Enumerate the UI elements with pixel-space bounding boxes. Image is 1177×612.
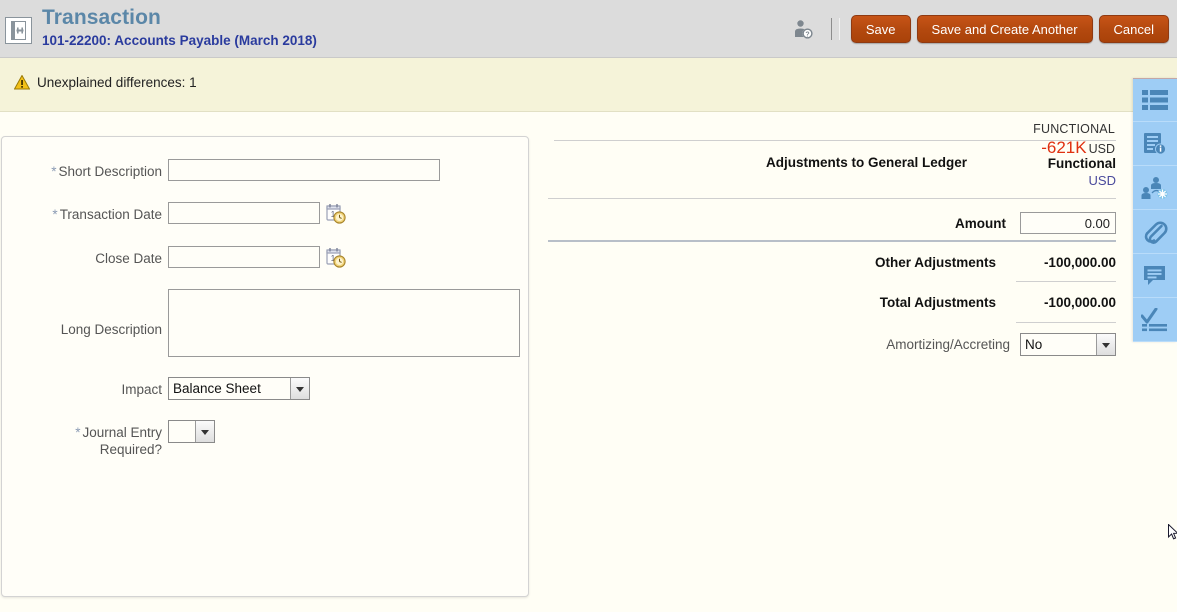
required-asterisk: * — [52, 207, 57, 222]
header-divider-light — [839, 18, 840, 40]
sidebar-item-checklist[interactable] — [1133, 298, 1177, 342]
sidebar-item-list[interactable] — [1133, 78, 1177, 122]
adjustments-divider-2 — [548, 240, 1116, 242]
impact-label: Impact — [2, 377, 162, 398]
adjustments-header: Adjustments to General Ledger Functional… — [546, 155, 1116, 189]
save-button[interactable]: Save — [851, 15, 911, 43]
unexplained-differences-message: Unexplained differences: 1 — [14, 75, 197, 90]
sidebar-item-assignments[interactable] — [1133, 166, 1177, 210]
list-icon — [1142, 89, 1168, 111]
total-adjustments-label: Total Adjustments — [880, 295, 996, 310]
transaction-date-input[interactable] — [168, 202, 320, 224]
impact-select-wrapper: Balance Sheet — [168, 377, 310, 400]
adjustments-divider-4 — [1016, 322, 1116, 323]
transaction-date-label: *Transaction Date — [2, 202, 162, 223]
short-description-label: *Short Description — [2, 159, 162, 180]
field-short-description: *Short Description — [2, 159, 502, 181]
document-info-icon — [1142, 132, 1168, 156]
cancel-button[interactable]: Cancel — [1099, 15, 1169, 43]
page-title: Transaction — [42, 6, 317, 30]
impact-select[interactable]: Balance Sheet — [168, 377, 310, 400]
row-other-adjustments: Other Adjustments -100,000.00 — [546, 255, 1116, 270]
field-journal-entry-required: *Journal Entry Required? — [2, 420, 502, 458]
sidebar-item-attachments[interactable] — [1133, 210, 1177, 254]
close-date-input[interactable] — [168, 246, 320, 268]
field-close-date: Close Date 1 — [2, 246, 502, 268]
comment-icon — [1142, 264, 1168, 288]
person-question-icon[interactable]: ? — [792, 18, 814, 40]
field-transaction-date: *Transaction Date 1 — [2, 202, 502, 224]
functional-currency: USD — [1089, 142, 1115, 156]
notification-bar: Unexplained differences: 1 FUNCTIONAL -6… — [0, 58, 1177, 112]
right-sidebar — [1133, 78, 1177, 342]
amortizing-accreting-select[interactable]: No — [1020, 333, 1116, 356]
functional-label: FUNCTIONAL — [1033, 121, 1115, 137]
warning-triangle-icon — [14, 75, 30, 90]
mouse-cursor — [1168, 524, 1177, 542]
field-impact: Impact Balance Sheet — [2, 377, 502, 400]
paperclip-icon — [1142, 219, 1168, 245]
page-title-group: Transaction 101-22200: Accounts Payable … — [42, 6, 317, 50]
journal-entry-select-wrapper — [168, 420, 215, 443]
amount-label: Amount — [955, 216, 1006, 231]
long-description-textarea[interactable] — [168, 289, 520, 357]
adjustments-column-header: Functional USD — [996, 155, 1116, 189]
header-divider — [831, 18, 832, 40]
sidebar-item-comments[interactable] — [1133, 254, 1177, 298]
transaction-page: Transaction 101-22200: Accounts Payable … — [0, 0, 1177, 612]
people-assign-icon — [1141, 176, 1169, 200]
transaction-form-panel: *Short Description *Transaction Date 1 C… — [1, 136, 529, 597]
page-header: Transaction 101-22200: Accounts Payable … — [0, 0, 1177, 58]
short-description-input[interactable] — [168, 159, 440, 181]
save-and-create-another-button[interactable]: Save and Create Another — [917, 15, 1093, 43]
row-amount: Amount — [546, 212, 1116, 234]
long-description-label: Long Description — [2, 289, 162, 338]
close-date-label: Close Date — [2, 246, 162, 267]
adjustments-title: Adjustments to General Ledger — [766, 155, 967, 170]
amortizing-select-wrapper: No — [1020, 333, 1116, 356]
sidebar-item-details[interactable] — [1133, 122, 1177, 166]
amount-input[interactable] — [1020, 212, 1116, 234]
adjustments-column-label: Functional — [996, 155, 1116, 172]
adjustments-column-currency: USD — [996, 172, 1116, 189]
field-long-description: Long Description — [2, 289, 522, 357]
required-asterisk: * — [51, 164, 56, 179]
calendar-clock-icon[interactable]: 1 — [326, 247, 346, 268]
journal-entry-required-label: *Journal Entry Required? — [2, 420, 162, 458]
panel-expand-icon — [11, 21, 26, 40]
page-subtitle: 101-22200: Accounts Payable (March 2018) — [42, 32, 317, 50]
amortizing-accreting-label: Amortizing/Accreting — [886, 337, 1010, 352]
notification-text: Unexplained differences: 1 — [37, 75, 197, 90]
journal-entry-required-select[interactable] — [168, 420, 215, 443]
checklist-icon — [1141, 308, 1169, 332]
adjustments-top-divider — [554, 140, 1116, 141]
other-adjustments-label: Other Adjustments — [875, 255, 996, 270]
adjustments-divider-1 — [548, 198, 1116, 199]
svg-text:?: ? — [805, 31, 809, 38]
header-actions: ? Save Save and Create Another Cancel — [792, 0, 1169, 58]
required-asterisk: * — [75, 425, 80, 440]
panel-expand-button[interactable] — [5, 17, 32, 44]
total-adjustments-value: -100,000.00 — [996, 295, 1116, 310]
row-amortizing-accreting: Amortizing/Accreting No — [546, 333, 1116, 356]
calendar-clock-icon[interactable]: 1 — [326, 203, 346, 224]
other-adjustments-value: -100,000.00 — [996, 255, 1116, 270]
adjustments-divider-3 — [1016, 281, 1116, 282]
row-total-adjustments: Total Adjustments -100,000.00 — [546, 295, 1116, 310]
